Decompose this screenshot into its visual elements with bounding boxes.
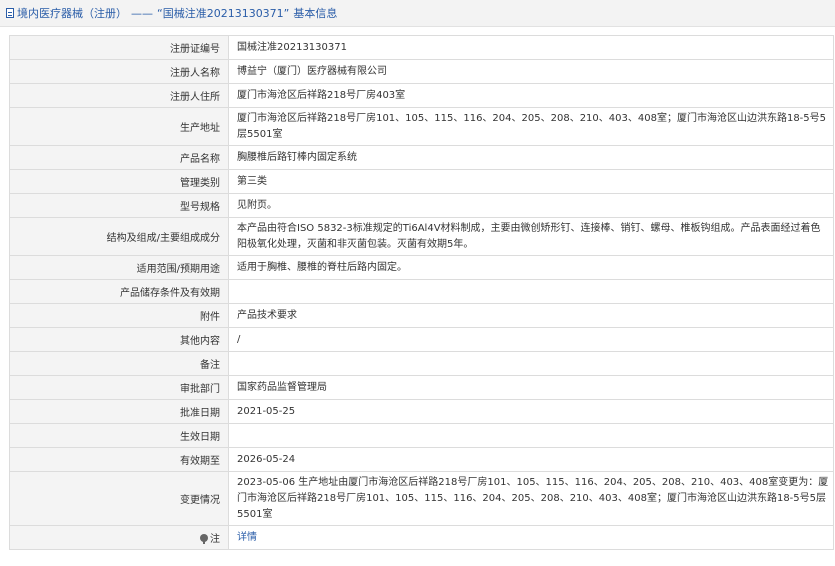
row-approval-department: 审批部门 国家药品监督管理局 [10, 376, 834, 400]
row-other-content: 其他内容 / [10, 328, 834, 352]
field-label: 适用范围/预期用途 [10, 256, 229, 279]
field-value: / [229, 328, 834, 351]
row-note: 注 详情 [10, 526, 834, 550]
row-management-category: 管理类别 第三类 [10, 170, 834, 194]
breadcrumb-separator: —— [131, 6, 153, 20]
field-value: 胸腰椎后路钉棒内固定系统 [229, 146, 834, 169]
field-value: 厦门市海沧区后祥路218号厂房101、105、115、116、204、205、2… [229, 108, 834, 145]
field-value: 2026-05-24 [229, 448, 834, 471]
row-storage-conditions: 产品储存条件及有效期 [10, 280, 834, 304]
row-model-spec: 型号规格 见附页。 [10, 194, 834, 218]
field-value: 见附页。 [229, 194, 834, 217]
field-value: 2021-05-25 [229, 400, 834, 423]
field-label: 管理类别 [10, 170, 229, 193]
row-production-address: 生产地址 厦门市海沧区后祥路218号厂房101、105、115、116、204、… [10, 108, 834, 146]
pin-icon [200, 533, 208, 544]
field-label: 备注 [10, 352, 229, 375]
breadcrumb-root-link[interactable]: 境内医疗器械（注册） [17, 5, 127, 21]
field-value: 产品技术要求 [229, 304, 834, 327]
page-title: “国械注准20213130371” [157, 7, 290, 20]
row-registrant-address: 注册人住所 厦门市海沧区后祥路218号厂房403室 [10, 84, 834, 108]
row-valid-until: 有效期至 2026-05-24 [10, 448, 834, 472]
field-label: 其他内容 [10, 328, 229, 351]
field-value: 国家药品监督管理局 [229, 376, 834, 399]
row-attachment: 附件 产品技术要求 [10, 304, 834, 328]
field-label: 型号规格 [10, 194, 229, 217]
field-value: 本产品由符合ISO 5832-3标准规定的Ti6Al4V材料制成，主要由微创矫形… [229, 218, 834, 255]
row-registrant-name: 注册人名称 博益宁（厦门）医疗器械有限公司 [10, 60, 834, 84]
field-value [229, 352, 834, 375]
row-effective-date: 生效日期 [10, 424, 834, 448]
row-intended-use: 适用范围/预期用途 适用于胸椎、腰椎的脊柱后路内固定。 [10, 256, 834, 280]
field-value: 2023-05-06 生产地址由厦门市海沧区后祥路218号厂房101、105、1… [229, 472, 834, 525]
field-value [229, 424, 834, 447]
field-value: 国械注准20213130371 [229, 36, 834, 59]
row-registration-number: 注册证编号 国械注准20213130371 [10, 36, 834, 60]
field-label: 生效日期 [10, 424, 229, 447]
field-label: 产品名称 [10, 146, 229, 169]
field-label: 注册人住所 [10, 84, 229, 107]
field-label: 附件 [10, 304, 229, 327]
field-label: 变更情况 [10, 472, 229, 525]
details-link[interactable]: 详情 [237, 530, 257, 546]
field-label: 产品储存条件及有效期 [10, 280, 229, 303]
field-label: 生产地址 [10, 108, 229, 145]
field-label: 有效期至 [10, 448, 229, 471]
field-label: 注册人名称 [10, 60, 229, 83]
field-value: 博益宁（厦门）医疗器械有限公司 [229, 60, 834, 83]
page-title-suffix: 基本信息 [293, 7, 338, 20]
field-label: 注册证编号 [10, 36, 229, 59]
field-value [229, 280, 834, 303]
field-label: 结构及组成/主要组成成分 [10, 218, 229, 255]
detail-table: 注册证编号 国械注准20213130371 注册人名称 博益宁（厦门）医疗器械有… [9, 35, 834, 550]
row-approval-date: 批准日期 2021-05-25 [10, 400, 834, 424]
field-label: 批准日期 [10, 400, 229, 423]
row-change-history: 变更情况 2023-05-06 生产地址由厦门市海沧区后祥路218号厂房101、… [10, 472, 834, 526]
field-value: 详情 [229, 526, 834, 549]
row-structure-composition: 结构及组成/主要组成成分 本产品由符合ISO 5832-3标准规定的Ti6Al4… [10, 218, 834, 256]
document-icon [6, 8, 14, 18]
field-value: 厦门市海沧区后祥路218号厂房403室 [229, 84, 834, 107]
breadcrumb: 境内医疗器械（注册） —— “国械注准20213130371” 基本信息 [0, 0, 835, 27]
field-label: 注 [10, 526, 229, 549]
row-remarks: 备注 [10, 352, 834, 376]
field-value: 第三类 [229, 170, 834, 193]
row-product-name: 产品名称 胸腰椎后路钉棒内固定系统 [10, 146, 834, 170]
field-label: 审批部门 [10, 376, 229, 399]
note-label: 注 [210, 534, 220, 545]
field-value: 适用于胸椎、腰椎的脊柱后路内固定。 [229, 256, 834, 279]
